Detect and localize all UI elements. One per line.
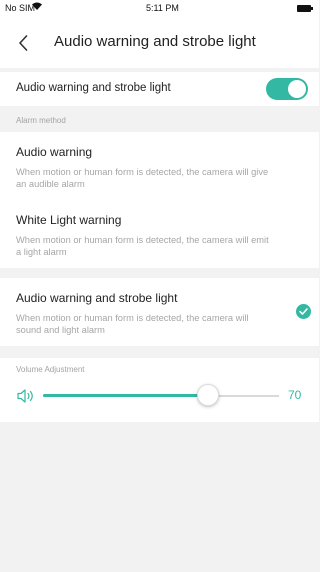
- battery-icon: [297, 5, 313, 12]
- alarm-option-description: When motion or human form is detected, t…: [16, 313, 249, 335]
- chevron-left-icon[interactable]: [14, 33, 34, 53]
- slider-thumb[interactable]: [197, 384, 220, 406]
- status-bar: No SIM 5:11 PM: [0, 0, 319, 18]
- check-circle-icon: [296, 304, 311, 319]
- alarm-option-description: When motion or human form is detected, t…: [16, 167, 269, 189]
- nav-bar: Audio warning and strobe light: [0, 18, 319, 68]
- page-title: Audio warning and strobe light: [54, 33, 256, 50]
- alarm-option-title: White Light warning: [16, 213, 122, 227]
- slider-fill: [43, 394, 209, 397]
- volume-slider[interactable]: [43, 384, 279, 406]
- volume-value: 70: [288, 388, 302, 402]
- status-time: 5:11 PM: [146, 3, 179, 13]
- alarm-option-description: When motion or human form is detected, t…: [16, 235, 269, 257]
- strobe-toggle-label: Audio warning and strobe light: [16, 82, 171, 94]
- toggle-knob: [288, 80, 306, 98]
- speaker-icon: [16, 388, 36, 404]
- alarm-option-title: Audio warning and strobe light: [16, 291, 178, 305]
- wifi-icon: [31, 1, 43, 14]
- alarm-option-audio[interactable]: Audio warning When motion or human form …: [0, 132, 319, 200]
- alarm-option-white-light[interactable]: White Light warning When motion or human…: [0, 200, 319, 268]
- alarm-method-section-label: Alarm method: [16, 116, 66, 125]
- alarm-option-title: Audio warning: [16, 145, 93, 159]
- alarm-option-audio-strobe[interactable]: Audio warning and strobe light When moti…: [0, 278, 319, 346]
- volume-panel: Volume Adjustment 70: [0, 358, 319, 422]
- strobe-toggle-switch[interactable]: [266, 78, 308, 100]
- volume-label: Volume Adjustment: [16, 365, 85, 374]
- strobe-toggle-row: Audio warning and strobe light: [0, 72, 319, 106]
